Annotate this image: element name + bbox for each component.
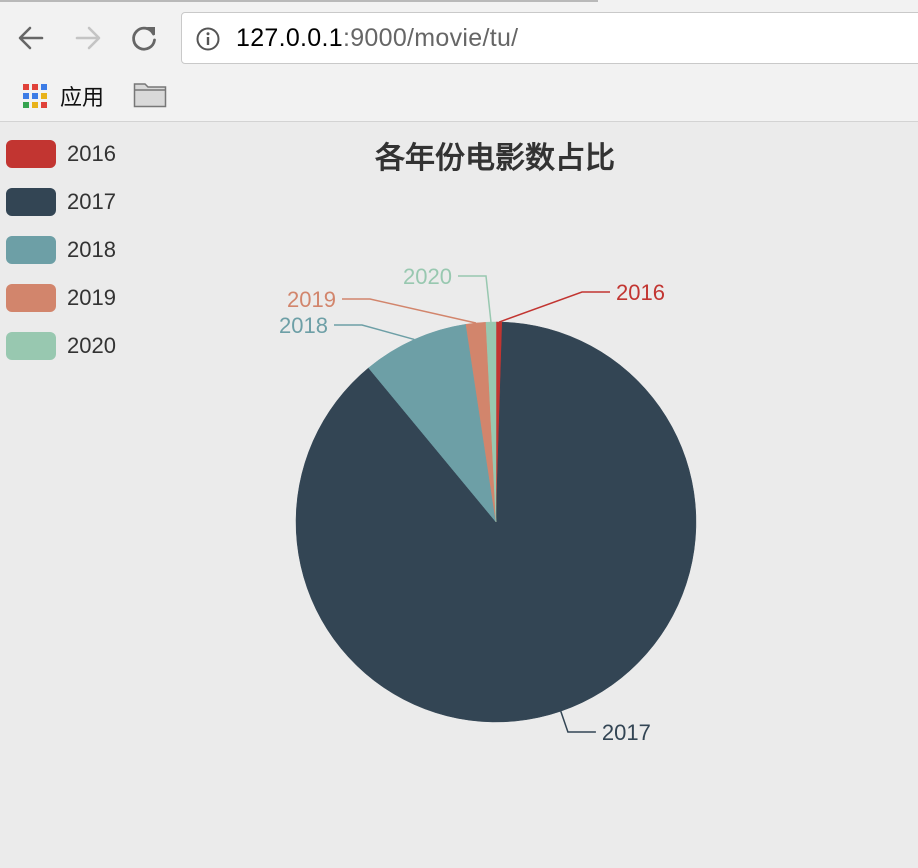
- slice-label-2020: 2020: [403, 264, 452, 289]
- slice-label-2018: 2018: [279, 313, 328, 338]
- pie-chart: 2016 2017 20182019 2020: [279, 264, 697, 745]
- slice-label-2019: 2019: [287, 287, 336, 312]
- slice-label-2016: 2016: [616, 280, 665, 305]
- leader-line-2020: [458, 275, 492, 323]
- leader-line-2019: [342, 298, 477, 324]
- leader-line-2017: [560, 710, 596, 733]
- leader-line-2016: [498, 291, 610, 323]
- slice-label-2017: 2017: [602, 720, 651, 745]
- leader-line-2018: [334, 324, 415, 341]
